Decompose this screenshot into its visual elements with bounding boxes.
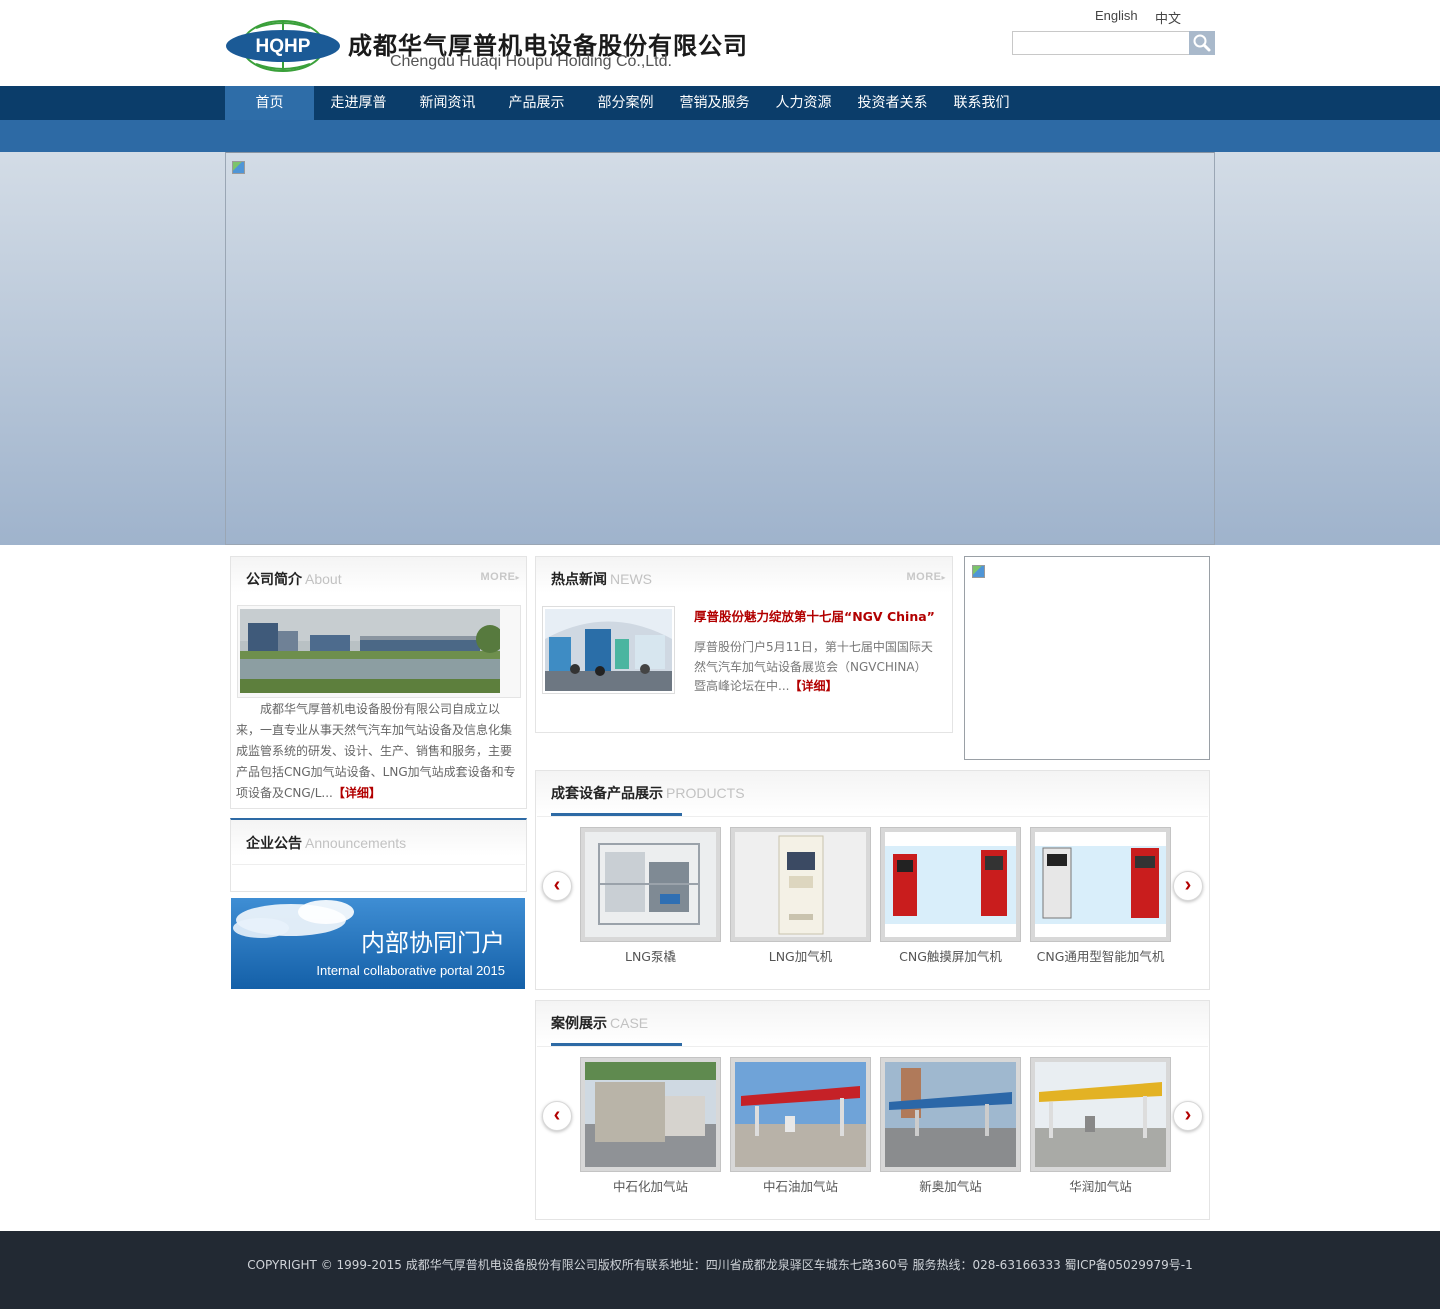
announcements-title-text: 企业公告 [246,836,302,852]
footer-copyright: COPYRIGHT © 1999-2015 成都华气厚普机电设备股份有限公司版权… [247,1258,1193,1272]
more-arrow-icon: ▸ [515,573,520,582]
nav-item-cases[interactable]: 部分案例 [581,86,670,120]
nav-item-hr[interactable]: 人力资源 [759,86,848,120]
divider [232,864,525,865]
news-panel: 热点新闻 NEWS MORE▸ 厚普股份魅力绽放第十七届“NGV China” 厚… [535,556,953,733]
cases-title-text: 案例展示 [551,1016,607,1032]
about-title-text: 公司简介 [246,572,302,588]
products-next-button[interactable]: › [1173,871,1203,901]
news-thumbnail[interactable] [542,606,675,694]
more-arrow-icon: ▸ [941,573,946,582]
site-footer: COPYRIGHT © 1999-2015 成都华气厚普机电设备股份有限公司版权… [0,1231,1440,1309]
news-title: 热点新闻 NEWS [551,569,652,589]
case-caption[interactable]: 新奥加气站 [880,1176,1021,1195]
case-thumb-sinopec-station[interactable] [580,1057,721,1172]
news-summary: 厚普股份门户5月11日，第十七届中国国际天然气汽车加气站设备展览会（NGVCHI… [694,638,934,697]
cases-prev-button[interactable]: ‹ [542,1101,572,1131]
product-thumb-lng-dispenser[interactable] [730,827,871,942]
nav-item-products[interactable]: 产品展示 [492,86,581,120]
products-panel: 成套设备产品展示 PRODUCTS ‹ › LNG泵橇 LNG加气机 CNG触摸… [535,770,1210,990]
portal-title-en: Internal collaborative portal 2015 [316,963,505,978]
cases-subtitle: CASE [610,1015,649,1031]
product-caption[interactable]: LNG加气机 [730,946,871,965]
about-photo-frame [237,605,521,698]
news-headline-link[interactable]: 厚普股份魅力绽放第十七届“NGV China” [694,606,935,625]
news-subtitle: NEWS [610,571,652,587]
products-title: 成套设备产品展示 PRODUCTS [551,783,745,803]
portal-title-cn: 内部协同门户 [361,929,505,957]
company-campus-photo[interactable] [240,609,500,693]
case-thumb-enn-station[interactable] [880,1057,1021,1172]
lang-chinese-link[interactable]: 中文 [1155,8,1181,27]
product-caption[interactable]: CNG通用型智能加气机 [1030,946,1171,965]
about-text: 成都华气厚普机电设备股份有限公司自成立以来，一直专业从事天然气汽车加气站设备及信… [236,699,518,804]
news-detail-link[interactable]: 【详细】 [789,679,837,693]
products-prev-button[interactable]: ‹ [542,871,572,901]
nav-item-news[interactable]: 新闻资讯 [403,86,492,120]
product-thumb-cng-touchscreen-dispenser[interactable] [880,827,1021,942]
cases-panel: 案例展示 CASE ‹ › 中石化加气站 中石油加气站 新奥加气站 华润加气站 [535,1000,1210,1220]
about-title: 公司简介 About [246,569,342,589]
about-more-label: MORE [480,571,516,583]
side-image-box[interactable] [964,556,1210,760]
about-more-link[interactable]: MORE▸ [480,571,520,583]
case-caption[interactable]: 华润加气站 [1030,1176,1171,1195]
products-title-text: 成套设备产品展示 [551,786,663,802]
cases-next-button[interactable]: › [1173,1101,1203,1131]
logo-text: HQHP [256,36,311,57]
company-logo[interactable]: HQHP [226,20,340,72]
banner-slider[interactable] [225,152,1215,545]
company-name-en: Chengdu Huaqi Houpu Holding Co.,Ltd. [390,53,672,70]
announcements-subtitle: Announcements [305,835,407,851]
divider [537,1046,1208,1047]
about-detail-link[interactable]: 【详细】 [333,786,381,800]
lang-english-link[interactable]: English [1095,8,1138,23]
about-panel: 公司简介 About MORE▸ 成都华气厚普机电设备股份有限公司自成立以来，一直… [230,556,527,809]
nav-item-about[interactable]: 走进厚普 [314,86,403,120]
announcements-title: 企业公告 Announcements [246,833,406,853]
case-thumb-cr-station[interactable] [1030,1057,1171,1172]
product-caption[interactable]: CNG触摸屏加气机 [880,946,1021,965]
nav-item-contact[interactable]: 联系我们 [937,86,1026,120]
product-caption[interactable]: LNG泵橇 [580,946,721,965]
divider [537,816,1208,817]
nav-item-home[interactable]: 首页 [225,86,314,120]
case-thumb-petrochina-station[interactable] [730,1057,871,1172]
product-thumb-cng-general-dispenser[interactable] [1030,827,1171,942]
products-subtitle: PRODUCTS [666,785,745,801]
about-subtitle: About [305,571,342,587]
internal-portal-banner[interactable]: 内部协同门户 Internal collaborative portal 201… [231,898,525,989]
cases-title: 案例展示 CASE [551,1013,648,1033]
news-more-label: MORE [906,571,942,583]
news-more-link[interactable]: MORE▸ [906,571,946,583]
announcements-panel: 企业公告 Announcements [230,818,527,892]
main-nav: 首页 走进厚普 新闻资讯 产品展示 部分案例 营销及服务 人力资源 投资者关系 … [0,86,1440,120]
broken-image-icon [972,565,985,578]
search-input[interactable] [1012,31,1190,55]
search-icon [1193,34,1211,52]
nav-item-investors[interactable]: 投资者关系 [848,86,937,120]
product-thumb-lng-pump-skid[interactable] [580,827,721,942]
broken-image-icon [232,161,245,174]
case-caption[interactable]: 中石化加气站 [580,1176,721,1195]
news-title-text: 热点新闻 [551,572,607,588]
search-button[interactable] [1189,31,1215,55]
case-caption[interactable]: 中石油加气站 [730,1176,871,1195]
nav-item-marketing[interactable]: 营销及服务 [670,86,759,120]
nav-subbar [0,120,1440,152]
